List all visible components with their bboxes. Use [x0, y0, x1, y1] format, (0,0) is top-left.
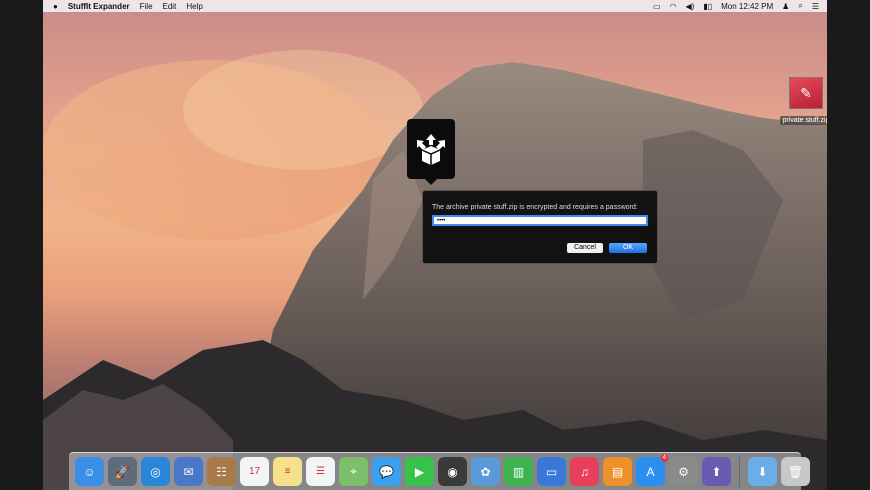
notification-center-icon[interactable]: ☰	[812, 2, 819, 11]
dock-launchpad-icon[interactable]: 🚀	[108, 457, 137, 486]
menu-bar: ● StuffIt Expander File Edit Help ▭ ◠ ◀)…	[43, 0, 827, 12]
dock-numbers-icon[interactable]: ▥	[504, 457, 533, 486]
menu-help[interactable]: Help	[186, 2, 202, 11]
dock-notes-icon[interactable]: ≡	[273, 457, 302, 486]
dialog-message: The archive private stuff.zip is encrypt…	[432, 204, 638, 211]
dock-photo-booth-icon[interactable]: ◉	[438, 457, 467, 486]
battery-icon[interactable]: ▮▯	[703, 2, 712, 11]
dock-safari-icon[interactable]: ◎	[141, 457, 170, 486]
dock-itunes-icon[interactable]: ♫	[570, 457, 599, 486]
wifi-icon[interactable]: ◠	[670, 2, 677, 11]
dock-downloads-folder-icon[interactable]: ⬇	[748, 457, 777, 486]
user-icon[interactable]: ♟	[782, 2, 789, 11]
dock-app-store-icon[interactable]: A4	[636, 454, 668, 486]
zip-archive-icon: ✎	[789, 77, 823, 109]
dock: ☺ 🚀 ◎ ✉ ☷ 17 ≡ ☰ ⌖ 💬 ▶ ◉ ✿ ▥ ▭ ♫ ▤ A 4 ⚙ ⬆ ⬇ 🗑	[69, 452, 810, 490]
dock-ibooks-icon[interactable]: ▤	[603, 457, 632, 486]
dock-keynote-icon[interactable]: ▭	[537, 457, 566, 486]
dock-contacts-icon[interactable]: ☷	[207, 457, 236, 486]
desktop-file-label: private stuff.zip	[779, 116, 827, 125]
apple-menu-icon[interactable]: ●	[53, 2, 58, 11]
dock-maps-icon[interactable]: ⌖	[339, 457, 368, 486]
airplay-icon[interactable]: ▭	[653, 2, 661, 11]
right-letterbox	[827, 0, 870, 490]
dock-facetime-icon[interactable]: ▶	[405, 457, 434, 486]
spotlight-search-icon[interactable]: ⌕	[798, 1, 802, 11]
dock-finder-icon[interactable]: ☺	[75, 457, 104, 486]
dock-system-preferences-icon[interactable]: ⚙	[669, 457, 698, 486]
dock-stuffit-expander-icon[interactable]: ⬆	[702, 457, 731, 486]
dock-reminders-icon[interactable]: ☰	[306, 457, 335, 486]
ok-button[interactable]: OK	[609, 243, 647, 253]
menu-file[interactable]: File	[140, 2, 153, 11]
menu-edit[interactable]: Edit	[163, 2, 177, 11]
password-field[interactable]: ••••	[432, 215, 648, 226]
menu-clock[interactable]: Mon 12:42 PM	[721, 2, 773, 11]
dock-messages-icon[interactable]: 💬	[372, 457, 401, 486]
dialog-buttons: Cancel OK	[567, 243, 647, 253]
expander-arrows-icon	[417, 134, 445, 165]
menu-app-name[interactable]: StuffIt Expander	[68, 2, 130, 11]
dock-calendar-icon[interactable]: 17	[240, 457, 269, 486]
cancel-button[interactable]: Cancel	[567, 243, 603, 253]
menu-extras: ▭ ◠ ◀) ▮▯ Mon 12:42 PM ♟ ⌕ ☰	[653, 1, 827, 11]
volume-icon[interactable]: ◀)	[686, 2, 695, 11]
dock-mail-icon[interactable]: ✉	[174, 457, 203, 486]
dock-iphoto-icon[interactable]: ✿	[471, 457, 500, 486]
dock-separator	[739, 456, 740, 487]
desktop-file-private-stuff-zip[interactable]: ✎ private stuff.zip	[776, 77, 827, 127]
desktop: ● StuffIt Expander File Edit Help ▭ ◠ ◀)…	[43, 0, 827, 490]
left-letterbox	[0, 0, 43, 490]
dock-badge: 4	[660, 454, 668, 462]
dock-trash-icon[interactable]: 🗑	[781, 457, 810, 486]
stuffit-expander-app-icon	[407, 119, 455, 185]
password-dialog: The archive private stuff.zip is encrypt…	[422, 190, 658, 264]
